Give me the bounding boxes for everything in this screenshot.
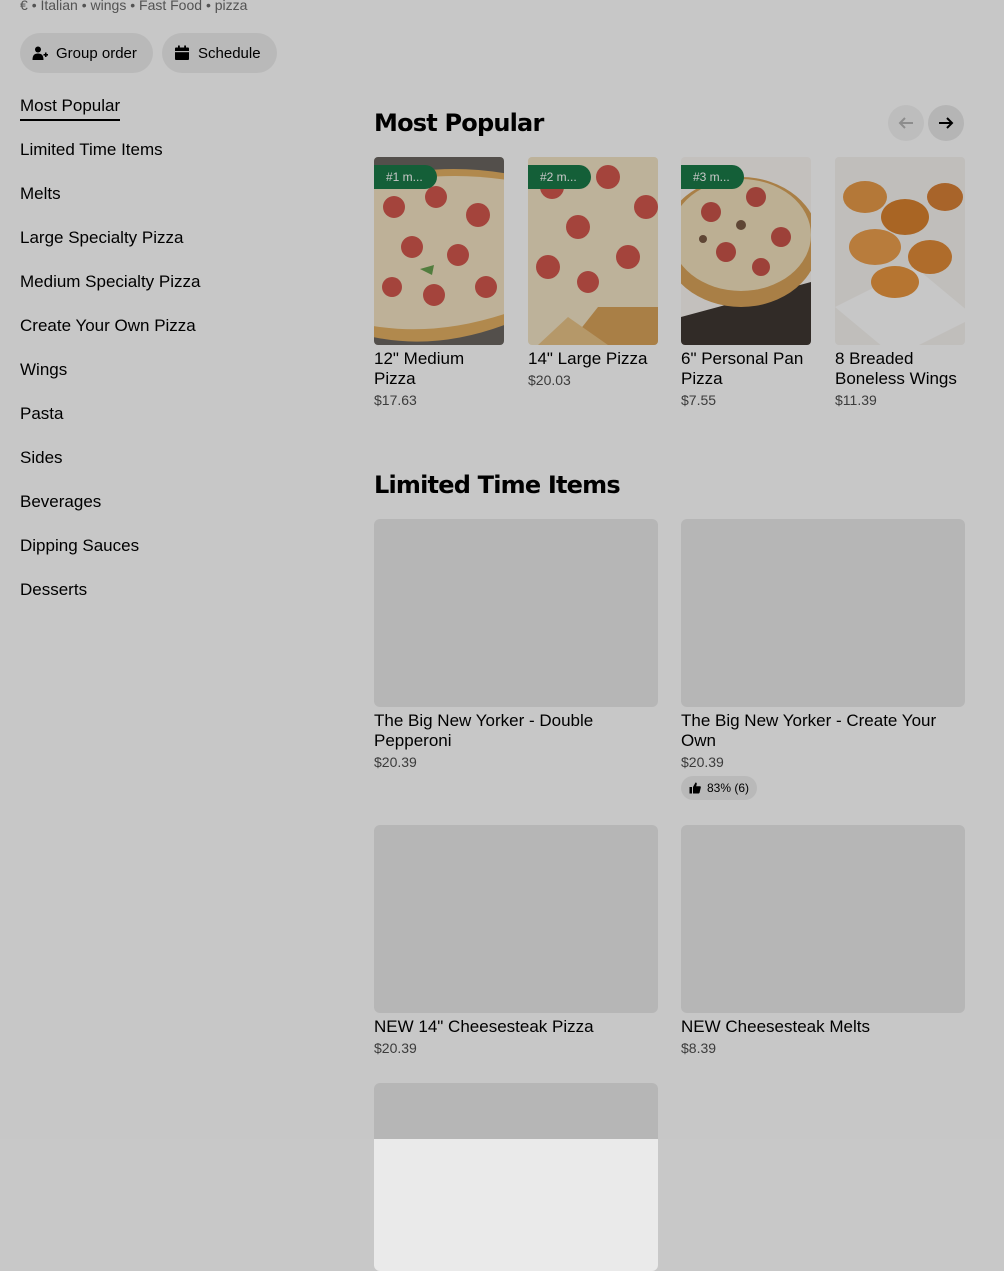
cuisine-tag: pizza bbox=[214, 0, 248, 13]
item-name: 8 Breaded Boneless Wings bbox=[835, 349, 957, 388]
cuisine-tag: wings bbox=[90, 0, 127, 13]
item-image-placeholder bbox=[681, 825, 965, 1013]
sidebar-item-sides[interactable]: Sides bbox=[20, 444, 320, 488]
carousel-next-button[interactable] bbox=[928, 105, 964, 141]
sidebar-item-medium-specialty-pizza[interactable]: Medium Specialty Pizza bbox=[20, 268, 320, 312]
rating-text: 83% (6) bbox=[707, 781, 750, 795]
calendar-icon bbox=[175, 45, 189, 60]
limited-item-card[interactable]: NEW 14" Cheesesteak Pizza $20.39 bbox=[374, 825, 658, 1056]
arrow-right-icon bbox=[939, 117, 954, 129]
item-name: The Big New Yorker - Create Your Own bbox=[681, 711, 937, 750]
sidebar-item-pasta[interactable]: Pasta bbox=[20, 400, 320, 444]
group-order-label: Group order bbox=[56, 44, 137, 62]
carousel-prev-button[interactable] bbox=[888, 105, 924, 141]
store-page: € • Italian • wings • Fast Food • pizza … bbox=[0, 0, 1004, 1271]
item-price: $20.39 bbox=[374, 754, 417, 770]
store-subtitle: € • Italian • wings • Fast Food • pizza bbox=[20, 0, 247, 13]
item-price: $8.39 bbox=[681, 1040, 717, 1056]
item-image-placeholder bbox=[681, 519, 965, 707]
rating-badge: 83% (6) bbox=[681, 776, 758, 800]
thumbs-up-icon bbox=[689, 782, 701, 794]
sidebar-item-dipping-sauces[interactable]: Dipping Sauces bbox=[20, 532, 320, 576]
popular-item-card[interactable]: #1 m... 12" Medium Pizza $17.63 bbox=[374, 157, 504, 408]
item-price: $20.39 bbox=[681, 754, 724, 770]
item-name: The Big New Yorker - Double Pepperoni bbox=[374, 711, 594, 750]
sidebar-item-beverages[interactable]: Beverages bbox=[20, 488, 320, 532]
item-image-placeholder bbox=[374, 519, 658, 707]
popular-item-card[interactable]: #2 m... 14" Large Pizza $20.03 bbox=[528, 157, 658, 388]
item-name: NEW 14" Cheesesteak Pizza bbox=[374, 1017, 594, 1036]
sidebar-item-melts[interactable]: Melts bbox=[20, 180, 320, 224]
item-price: $7.55 bbox=[681, 392, 717, 408]
item-name: 12" Medium Pizza bbox=[374, 349, 465, 388]
pan-pizza-image: #3 m... bbox=[681, 157, 811, 345]
item-price: $17.63 bbox=[374, 392, 417, 408]
cuisine-tag: Italian bbox=[40, 0, 78, 13]
rank-badge: #1 m... bbox=[374, 165, 437, 189]
limited-time-heading: Limited Time Items bbox=[374, 471, 621, 499]
limited-item-card[interactable]: The Big New Yorker - Create Your Own $20… bbox=[681, 519, 965, 800]
boneless-wings-image bbox=[835, 157, 965, 345]
arrow-left-icon bbox=[898, 117, 913, 129]
item-price: $20.39 bbox=[374, 1040, 417, 1056]
limited-item-card[interactable]: NEW Cheesesteak Melts $8.39 bbox=[681, 825, 965, 1056]
group-order-button[interactable]: Group order bbox=[20, 33, 153, 73]
pepperoni-pizza-image: #1 m... bbox=[374, 157, 504, 345]
limited-item-card[interactable]: The Big New Yorker - Double Pepperoni $2… bbox=[374, 519, 658, 770]
popular-item-card[interactable]: 8 Breaded Boneless Wings $11.39 bbox=[835, 157, 965, 408]
schedule-label: Schedule bbox=[198, 44, 261, 62]
cuisine-tag: Fast Food bbox=[139, 0, 203, 13]
sidebar-item-limited-time-items[interactable]: Limited Time Items bbox=[20, 136, 320, 180]
menu-category-nav: Most Popular Limited Time Items Melts La… bbox=[20, 92, 320, 620]
item-price: $20.03 bbox=[528, 372, 571, 388]
item-image-placeholder bbox=[374, 1083, 658, 1271]
popular-item-card[interactable]: #3 m... 6" Personal Pan Pizza $7.55 bbox=[681, 157, 811, 408]
sidebar-item-desserts[interactable]: Desserts bbox=[20, 576, 320, 620]
pepperoni-pizza-slice-image: #2 m... bbox=[528, 157, 658, 345]
schedule-button[interactable]: Schedule bbox=[162, 33, 277, 73]
item-price: $11.39 bbox=[835, 392, 877, 408]
rank-badge: #3 m... bbox=[681, 165, 744, 189]
most-popular-heading: Most Popular bbox=[374, 109, 544, 137]
sidebar-item-most-popular[interactable]: Most Popular bbox=[20, 92, 320, 136]
item-name: 6" Personal Pan Pizza bbox=[681, 349, 804, 388]
item-image-placeholder bbox=[374, 825, 658, 1013]
price-level: € bbox=[20, 0, 28, 13]
rank-badge: #2 m... bbox=[528, 165, 591, 189]
item-name: NEW Cheesesteak Melts bbox=[681, 1017, 870, 1036]
sidebar-item-create-your-own-pizza[interactable]: Create Your Own Pizza bbox=[20, 312, 320, 356]
sidebar-item-wings[interactable]: Wings bbox=[20, 356, 320, 400]
limited-item-card[interactable] bbox=[374, 1083, 658, 1271]
item-name: 14" Large Pizza bbox=[528, 349, 648, 368]
add-person-icon bbox=[32, 46, 48, 60]
sidebar-item-large-specialty-pizza[interactable]: Large Specialty Pizza bbox=[20, 224, 320, 268]
